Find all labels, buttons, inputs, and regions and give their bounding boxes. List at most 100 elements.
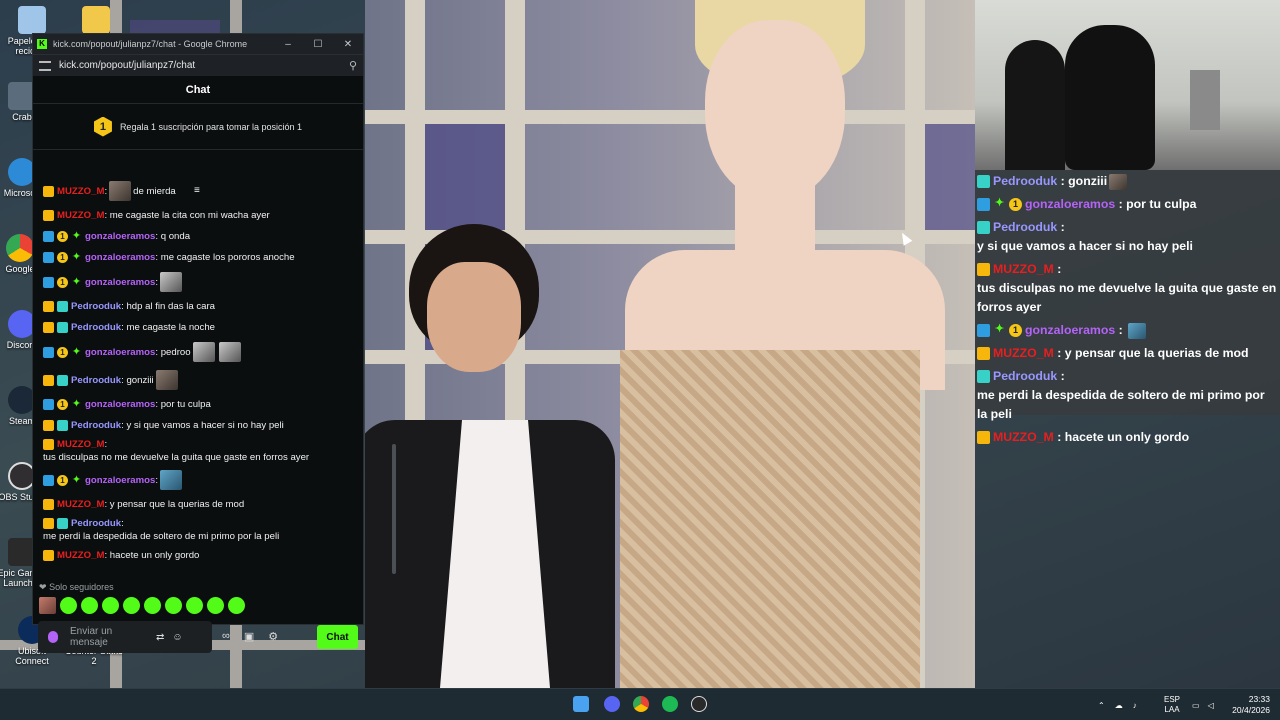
chat-message: 1 ✦ gonzaloeramos:: [39, 268, 357, 296]
url-text[interactable]: kick.com/popout/julianpz7/chat: [59, 60, 195, 71]
chat-username[interactable]: gonzaloeramos: [85, 251, 155, 264]
spark-badge-icon: ✦: [71, 473, 82, 486]
status-icons[interactable]: ▭ ◁: [1192, 689, 1214, 720]
chat-text: me cagaste la noche: [126, 322, 215, 333]
emote-button[interactable]: [228, 597, 245, 614]
overlay-text: y pensar que la querias de mod: [1064, 346, 1249, 360]
emote-button[interactable]: [39, 597, 56, 614]
grid-badge-icon: [977, 221, 990, 234]
address-bar[interactable]: kick.com/popout/julianpz7/chat ⚲: [33, 54, 363, 76]
folder-icon[interactable]: [64, 6, 128, 36]
chat-text: hdp al fin das la cara: [126, 301, 215, 312]
crown-badge-icon: [43, 499, 54, 510]
overlay-text: tus disculpas no me devuelve la guita qu…: [977, 281, 1277, 314]
microphone-icon[interactable]: [48, 631, 58, 643]
chat-message: Pedrooduk: me perdi la despedida de solt…: [43, 517, 280, 542]
emote-button[interactable]: [81, 597, 98, 614]
chat-username[interactable]: MUZZO_M: [57, 185, 104, 198]
emoji-icon[interactable]: ☺: [172, 632, 182, 643]
emote-button[interactable]: [60, 597, 77, 614]
maximize-button[interactable]: ☐: [303, 39, 333, 50]
chat-username[interactable]: gonzaloeramos: [85, 474, 155, 487]
emote-button[interactable]: [102, 597, 119, 614]
crown-badge-icon: [43, 185, 54, 197]
crown-badge-icon: [43, 439, 54, 450]
spark-badge-icon: ✦: [71, 398, 82, 410]
chat-message: 1 ✦ gonzaloeramos: pedroo: [39, 338, 357, 366]
cloud-icon[interactable]: ☁: [1115, 701, 1123, 710]
overlay-message: MUZZO_M : hacete un only gordo: [975, 426, 1280, 449]
volume-icon[interactable]: ◁: [1208, 701, 1214, 710]
streamer-shape: [1065, 25, 1155, 170]
stream-photo: [365, 0, 975, 688]
spotify-taskbar-icon[interactable]: [662, 696, 678, 712]
window-title: kick.com/popout/julianpz7/chat - Google …: [53, 39, 248, 49]
message-input[interactable]: Enviar un mensaje ⇄ ☺: [38, 621, 212, 653]
photo-panel: [365, 110, 975, 124]
emote-icon: [160, 272, 183, 292]
gift-icon[interactable]: ▣: [244, 630, 254, 643]
chat-username[interactable]: gonzaloeramos: [85, 230, 155, 243]
chat-username[interactable]: MUZZO_M: [57, 498, 104, 511]
overlay-username: Pedrooduk: [993, 369, 1058, 383]
chat-message-list[interactable]: MUZZO_M: de mierda MUZZO_M: me cagaste l…: [39, 177, 357, 572]
photo-slot: [425, 124, 505, 230]
grid-badge-icon: [977, 175, 990, 188]
pin-badge-icon: [977, 324, 990, 337]
emote-icon: [1128, 322, 1147, 339]
pin-badge-icon: [43, 252, 54, 263]
site-settings-icon[interactable]: [39, 60, 51, 71]
chat-username[interactable]: gonzaloeramos: [85, 398, 155, 411]
chat-scrollbar[interactable]: [392, 444, 396, 574]
minimize-button[interactable]: –: [273, 39, 303, 50]
settings-icon[interactable]: ⚙: [268, 630, 278, 643]
gift-sub-banner[interactable]: 1 Regala 1 suscripción para tomar la pos…: [33, 104, 363, 150]
quick-emote-bar[interactable]: [39, 597, 245, 614]
chevron-up-icon[interactable]: ⌃: [1098, 701, 1105, 710]
chat-popup-window[interactable]: K kick.com/popout/julianpz7/chat - Googl…: [32, 33, 396, 653]
chrome-taskbar-icon[interactable]: [633, 696, 649, 712]
pin-badge-icon: [43, 231, 54, 242]
language-indicator[interactable]: ESP LAA: [1164, 689, 1180, 720]
microphone-tray-icon[interactable]: ♪: [1133, 701, 1137, 710]
chat-text: q onda: [160, 231, 191, 242]
emote-button[interactable]: [144, 597, 161, 614]
taskbar: ⌃ ☁ ♪ ESP LAA ▭ ◁ 23:33 20/4/2026: [0, 688, 1280, 720]
sub-badge-icon: 1: [57, 252, 68, 263]
network-icon[interactable]: ▭: [1192, 701, 1200, 710]
send-chat-button[interactable]: Chat: [317, 625, 358, 649]
window-titlebar[interactable]: K kick.com/popout/julianpz7/chat - Googl…: [33, 34, 363, 54]
overlay-message: ✦ 1 gonzaloeramos : por tu culpa: [975, 193, 1280, 216]
chat-text: me cagaste la cita con mi wacha ayer: [109, 210, 270, 221]
emote-button[interactable]: [123, 597, 140, 614]
chat-username[interactable]: gonzaloeramos: [85, 276, 155, 289]
emote-button[interactable]: [207, 597, 224, 614]
zoom-icon[interactable]: ⚲: [349, 59, 357, 72]
start-menu-icon[interactable]: [573, 696, 589, 712]
emote-icon: [160, 470, 183, 490]
emote-button[interactable]: [186, 597, 203, 614]
obs-taskbar-icon[interactable]: [691, 696, 707, 712]
chat-username[interactable]: MUZZO_M: [57, 209, 104, 222]
chat-username[interactable]: Pedrooduk: [71, 300, 121, 313]
chat-username[interactable]: Pedrooduk: [71, 517, 121, 530]
channel-points-icon[interactable]: ∞: [222, 630, 230, 643]
discord-taskbar-icon[interactable]: [604, 696, 620, 712]
crown-badge-icon: [43, 374, 54, 386]
overlay-username: gonzaloeramos: [1025, 323, 1116, 337]
grid-badge-icon: [57, 374, 68, 386]
overlay-text: me perdi la despedida de soltero de mi p…: [977, 388, 1265, 421]
chat-message: Pedrooduk: y si que vamos a hacer si no …: [39, 415, 357, 436]
close-button[interactable]: ✕: [333, 39, 363, 50]
chat-message: MUZZO_M: tus disculpas no me devuelve la…: [43, 438, 310, 463]
clock[interactable]: 23:33 20/4/2026: [1232, 694, 1270, 716]
emote-button[interactable]: [165, 597, 182, 614]
chat-username[interactable]: Pedrooduk: [71, 419, 121, 432]
chat-username[interactable]: MUZZO_M: [57, 549, 104, 562]
chat-username[interactable]: Pedrooduk: [71, 374, 121, 387]
translate-icon[interactable]: ⇄: [156, 632, 164, 643]
chat-username[interactable]: gonzaloeramos: [85, 346, 155, 359]
chat-username[interactable]: MUZZO_M: [57, 438, 104, 451]
system-tray: ⌃ ☁ ♪: [1098, 689, 1137, 720]
chat-username[interactable]: Pedrooduk: [71, 321, 121, 334]
